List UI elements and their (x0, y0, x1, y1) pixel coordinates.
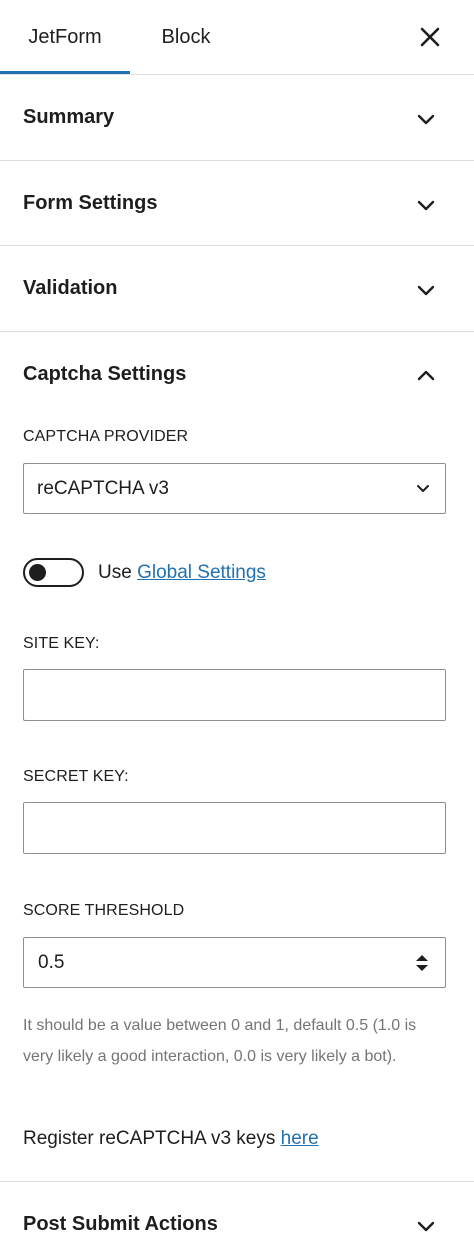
panel-validation-toggle[interactable]: Validation (0, 246, 474, 331)
secret-key-input[interactable] (23, 802, 446, 854)
panel-captcha-settings-title: Captcha Settings (23, 363, 187, 385)
score-threshold-help: It should be a value between 0 and 1, de… (23, 1017, 417, 1065)
global-settings-toggle-label: Use Global Settings (98, 562, 266, 584)
global-settings-toggle[interactable] (23, 558, 84, 587)
chevron-down-icon (417, 485, 429, 492)
panel-form-settings-toggle[interactable]: Form Settings (0, 161, 474, 246)
active-tab-indicator (0, 71, 130, 74)
global-settings-link[interactable]: Global Settings (137, 562, 266, 583)
captcha-provider-label: CAPTCHA PROVIDER (23, 428, 189, 445)
panel-post-submit-actions-toggle[interactable]: Post Submit Actions (0, 1182, 474, 1259)
captcha-provider-value: reCAPTCHA v3 (37, 478, 169, 499)
spinner-icon[interactable] (413, 951, 431, 975)
toggle-knob (29, 564, 46, 581)
panel-captcha-settings-toggle[interactable]: Captcha Settings (0, 332, 474, 417)
chevron-down-icon (417, 114, 435, 125)
score-threshold-input[interactable]: 0.5 (23, 937, 446, 988)
tab-block[interactable]: Block (130, 0, 242, 74)
close-icon (420, 27, 440, 47)
panel-post-submit-actions-title: Post Submit Actions (23, 1213, 218, 1235)
panel-form-settings-title: Form Settings (23, 192, 158, 214)
register-keys-text: Register reCAPTCHA v3 keys here (23, 1128, 319, 1150)
chevron-down-icon (417, 285, 435, 296)
panel-summary-title: Summary (23, 106, 115, 128)
tab-jetform[interactable]: JetForm (0, 0, 130, 74)
site-key-label: SITE KEY: (23, 635, 100, 652)
toggle-use-text: Use (98, 562, 132, 583)
panel-captcha-settings: Captcha Settings CAPTCHA PROVIDER reCAPT… (0, 332, 474, 1182)
site-key-input[interactable] (23, 669, 446, 721)
panel-validation-title: Validation (23, 277, 118, 299)
panel-post-submit-actions: Post Submit Actions (0, 1182, 474, 1259)
score-threshold-label: SCORE THRESHOLD (23, 902, 185, 919)
sidebar-tabs: JetForm Block (0, 0, 474, 75)
close-button[interactable] (412, 19, 448, 55)
chevron-up-icon (417, 370, 435, 381)
panel-summary: Summary (0, 75, 474, 161)
register-keys-label: Register reCAPTCHA v3 keys (23, 1128, 276, 1149)
panel-form-settings: Form Settings (0, 161, 474, 246)
chevron-down-icon (417, 200, 435, 211)
panel-summary-toggle[interactable]: Summary (0, 75, 474, 160)
chevron-down-icon (417, 1221, 435, 1232)
secret-key-label: SECRET KEY: (23, 768, 129, 785)
register-keys-link[interactable]: here (281, 1128, 319, 1149)
captcha-provider-select[interactable]: reCAPTCHA v3 (23, 463, 446, 514)
panel-validation: Validation (0, 246, 474, 332)
score-threshold-value: 0.5 (38, 952, 65, 973)
